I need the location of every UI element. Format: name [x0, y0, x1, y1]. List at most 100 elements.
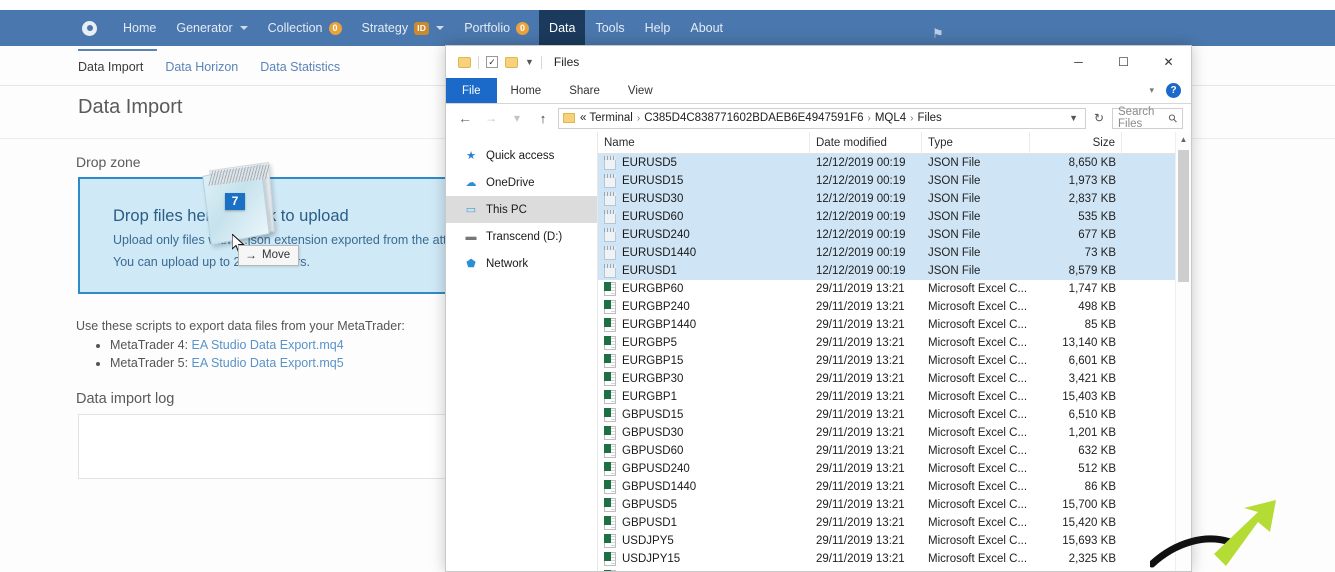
ribbon-tab-home[interactable]: Home [497, 78, 556, 103]
file-size: 6,601 KB [1030, 352, 1122, 370]
scrollbar-thumb[interactable] [1178, 150, 1189, 282]
chevron-down-icon[interactable] [240, 26, 248, 30]
excel-file-icon [604, 462, 616, 476]
file-date-modified: 29/11/2019 13:21 [810, 280, 922, 298]
table-row[interactable]: USDJPY529/11/2019 13:21Microsoft Excel C… [598, 532, 1175, 550]
nav-pane-item-label: Network [486, 258, 528, 270]
arrow-up-icon[interactable]: ↑ [532, 111, 554, 126]
nav-item-help[interactable]: Help [635, 10, 681, 46]
nav-pane-item-quick-access[interactable]: ★Quick access [446, 142, 597, 169]
file-name-cell: EURUSD60 [598, 208, 810, 226]
nav-pane-item-onedrive[interactable]: ☁OneDrive [446, 169, 597, 196]
refresh-icon[interactable]: ↻ [1090, 111, 1108, 125]
close-button[interactable]: ✕ [1146, 46, 1191, 78]
script-download-link[interactable]: EA Studio Data Export.mq4 [192, 338, 344, 352]
ribbon-tab-view[interactable]: View [614, 78, 667, 103]
ribbon-tab-share[interactable]: Share [555, 78, 614, 103]
nav-item-label: Help [645, 21, 671, 35]
arrow-left-icon[interactable]: ← [454, 110, 476, 126]
maximize-button[interactable]: ☐ [1101, 46, 1146, 78]
file-explorer-window[interactable]: ✓ ▼ Files ─ ☐ ✕ File HomeShareView ▾ ? ←… [445, 45, 1192, 572]
breadcrumb-item[interactable]: Files [918, 112, 942, 124]
quick-access-toolbar[interactable]: ✓ ▼ [458, 56, 542, 69]
search-input[interactable]: Search Files ⚲ [1112, 108, 1183, 129]
circle-dot-icon[interactable] [82, 21, 97, 36]
table-row[interactable]: GBPUSD24029/11/2019 13:21Microsoft Excel… [598, 460, 1175, 478]
table-row[interactable]: EURGBP129/11/2019 13:21Microsoft Excel C… [598, 388, 1175, 406]
tab-data-import[interactable]: Data Import [78, 49, 157, 85]
table-row[interactable]: GBPUSD6029/11/2019 13:21Microsoft Excel … [598, 442, 1175, 460]
list-item: MetaTrader 5: EA Studio Data Export.mq5 [110, 356, 344, 370]
help-icon[interactable]: ? [1166, 83, 1181, 98]
column-header-size[interactable]: Size [1030, 132, 1122, 154]
ribbon-tab-file[interactable]: File [446, 78, 497, 103]
explorer-titlebar[interactable]: ✓ ▼ Files ─ ☐ ✕ [446, 46, 1191, 78]
file-name-cell: GBPUSD1440 [598, 478, 810, 496]
arrow-right-icon[interactable]: → [480, 111, 502, 125]
file-name-cell: GBPUSD15 [598, 406, 810, 424]
nav-item-generator[interactable]: Generator [166, 10, 257, 46]
chevron-down-icon[interactable]: ▼ [1069, 113, 1081, 123]
table-row[interactable]: USDJPY3029/11/2019 13:21Microsoft Excel … [598, 568, 1175, 572]
chevron-down-icon[interactable] [436, 26, 444, 30]
table-row[interactable]: EURGBP1529/11/2019 13:21Microsoft Excel … [598, 352, 1175, 370]
table-row[interactable]: EURGBP6029/11/2019 13:21Microsoft Excel … [598, 280, 1175, 298]
column-header-type[interactable]: Type [922, 132, 1030, 154]
vertical-scrollbar[interactable]: ▲ [1175, 132, 1191, 572]
table-row[interactable]: EURUSD24012/12/2019 00:19JSON File677 KB [598, 226, 1175, 244]
table-row[interactable]: EURGBP529/11/2019 13:21Microsoft Excel C… [598, 334, 1175, 352]
breadcrumb-separator: › [867, 113, 872, 124]
breadcrumb[interactable]: « Terminal › C385D4C838771602BDAEB6E494759… [558, 108, 1086, 129]
chevron-down-icon[interactable]: ▾ [506, 111, 528, 125]
breadcrumb-item[interactable]: MQL4 [875, 112, 906, 124]
table-row[interactable]: EURUSD3012/12/2019 00:19JSON File2,837 K… [598, 190, 1175, 208]
nav-item-about[interactable]: About [680, 10, 733, 46]
nav-item-strategy[interactable]: StrategyID [352, 10, 455, 46]
nav-pane-item-transcend-d[interactable]: ▬Transcend (D:) [446, 223, 597, 250]
table-row[interactable]: EURUSD512/12/2019 00:19JSON File8,650 KB [598, 154, 1175, 172]
table-row[interactable]: GBPUSD3029/11/2019 13:21Microsoft Excel … [598, 424, 1175, 442]
table-row[interactable]: GBPUSD1529/11/2019 13:21Microsoft Excel … [598, 406, 1175, 424]
nav-item-tools[interactable]: Tools [585, 10, 634, 46]
column-headers: NameDate modifiedTypeSize [598, 132, 1175, 154]
file-size: 8,579 KB [1030, 262, 1122, 280]
table-row[interactable]: EURUSD112/12/2019 00:19JSON File8,579 KB [598, 262, 1175, 280]
customize-dropdown-icon[interactable]: ▼ [525, 57, 534, 67]
tab-data-horizon[interactable]: Data Horizon [165, 60, 252, 85]
chevron-down-icon[interactable]: ▾ [1149, 85, 1154, 96]
tab-data-statistics[interactable]: Data Statistics [260, 60, 354, 85]
script-download-link[interactable]: EA Studio Data Export.mq5 [192, 356, 344, 370]
table-row[interactable]: GBPUSD529/11/2019 13:21Microsoft Excel C… [598, 496, 1175, 514]
list-item: MetaTrader 4: EA Studio Data Export.mq4 [110, 338, 344, 352]
nav-pane-item-network[interactable]: ⬟Network [446, 250, 597, 277]
properties-checkbox-icon[interactable]: ✓ [486, 56, 498, 68]
file-type: Microsoft Excel C... [922, 352, 1030, 370]
breadcrumb-item[interactable]: « Terminal [580, 112, 633, 124]
folder-icon[interactable] [458, 57, 471, 68]
table-row[interactable]: EURGBP3029/11/2019 13:21Microsoft Excel … [598, 370, 1175, 388]
nav-item-data[interactable]: Data [539, 10, 585, 46]
file-size: 3,426 KB [1030, 568, 1122, 572]
minimize-button[interactable]: ─ [1056, 46, 1101, 78]
column-header-date-modified[interactable]: Date modified [810, 132, 922, 154]
nav-item-collection[interactable]: Collection0 [258, 10, 352, 46]
new-folder-icon[interactable] [505, 57, 518, 68]
table-row[interactable]: EURUSD1512/12/2019 00:19JSON File1,973 K… [598, 172, 1175, 190]
nav-pane-item-this-pc[interactable]: ▭This PC [446, 196, 597, 223]
table-row[interactable]: GBPUSD129/11/2019 13:21Microsoft Excel C… [598, 514, 1175, 532]
table-row[interactable]: EURUSD6012/12/2019 00:19JSON File535 KB [598, 208, 1175, 226]
table-row[interactable]: USDJPY1529/11/2019 13:21Microsoft Excel … [598, 550, 1175, 568]
table-row[interactable]: EURUSD144012/12/2019 00:19JSON File73 KB [598, 244, 1175, 262]
nav-item-portfolio[interactable]: Portfolio0 [454, 10, 539, 46]
excel-file-icon [604, 552, 616, 566]
table-row[interactable]: EURGBP24029/11/2019 13:21Microsoft Excel… [598, 298, 1175, 316]
file-type: Microsoft Excel C... [922, 370, 1030, 388]
column-header-name[interactable]: Name [598, 132, 810, 154]
breadcrumb-item[interactable]: C385D4C838771602BDAEB6E4947591F6 [644, 112, 863, 124]
file-type: Microsoft Excel C... [922, 514, 1030, 532]
table-row[interactable]: EURGBP144029/11/2019 13:21Microsoft Exce… [598, 316, 1175, 334]
table-row[interactable]: GBPUSD144029/11/2019 13:21Microsoft Exce… [598, 478, 1175, 496]
scroll-up-icon[interactable]: ▲ [1176, 132, 1191, 148]
file-type: JSON File [922, 154, 1030, 172]
nav-item-home[interactable]: Home [113, 10, 166, 46]
